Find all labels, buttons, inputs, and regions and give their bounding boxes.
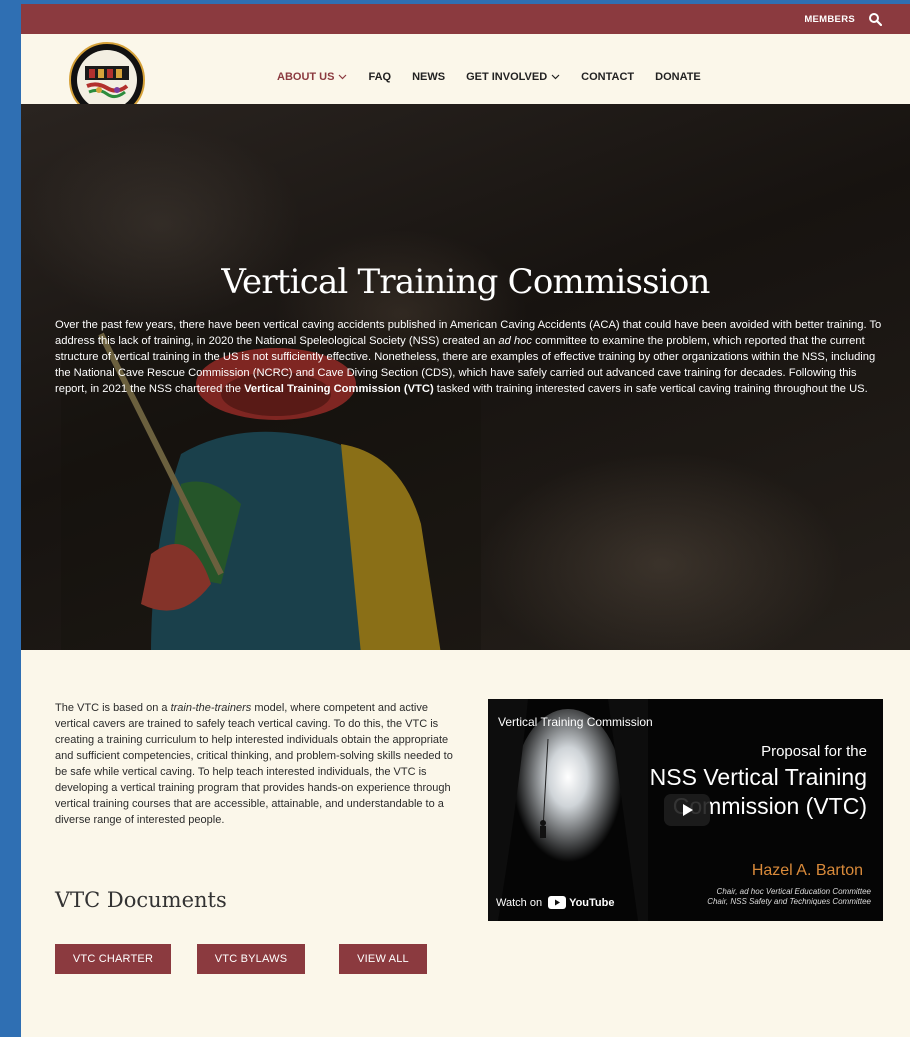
members-link[interactable]: MEMBERS <box>804 14 855 25</box>
nav-label: CONTACT <box>581 71 635 83</box>
video-channel-label: Vertical Training Commission <box>498 715 653 729</box>
chevron-down-icon <box>339 74 347 80</box>
youtube-icon <box>548 896 567 909</box>
hero-text-bold: Vertical Training Commission (VTC) <box>244 383 434 395</box>
intro-text-2: model, where competent and active vertic… <box>55 702 453 826</box>
vtc-charter-button[interactable]: VTC CHARTER <box>55 944 171 974</box>
search-icon[interactable] <box>868 12 882 26</box>
youtube-logo: YouTube <box>548 896 614 909</box>
chair-line-1: Chair, ad hoc Vertical Education Committ… <box>716 887 871 896</box>
intro-text-italic: train-the-trainers <box>170 702 252 714</box>
youtube-label: YouTube <box>569 896 615 909</box>
top-bar: MEMBERS <box>21 4 910 34</box>
play-button[interactable] <box>664 794 710 826</box>
nav-faq[interactable]: FAQ <box>368 71 391 83</box>
main-nav: ABOUT US FAQ NEWS GET INVOLVED CONTACT D… <box>277 71 722 83</box>
cave-image <box>488 699 648 921</box>
video-embed[interactable]: Vertical Training Commission Proposal fo… <box>488 699 883 921</box>
view-all-button[interactable]: VIEW ALL <box>339 944 427 974</box>
hero-title: Vertical Training Commission <box>221 262 710 302</box>
intro-text-1: The VTC is based on a <box>55 702 171 714</box>
nav-contact[interactable]: CONTACT <box>581 71 634 83</box>
play-icon <box>683 804 693 816</box>
nav-label: DONATE <box>655 71 701 83</box>
nav-label: GET INVOLVED <box>466 71 548 83</box>
chevron-down-icon <box>551 74 560 80</box>
watch-on-label: Watch on <box>496 896 543 909</box>
hero-paragraph: Over the past few years, there have been… <box>55 317 890 397</box>
nav-donate[interactable]: DONATE <box>655 71 701 83</box>
page: MEMBERS ABOUT US FAQ NEWS GET INVOLVED C… <box>21 0 910 1037</box>
nav-get-involved[interactable]: GET INVOLVED <box>466 71 560 83</box>
nav-label: NEWS <box>412 71 446 83</box>
intro-paragraph: The VTC is based on a train-the-trainers… <box>55 700 455 828</box>
hero-text-italic: ad hoc <box>498 335 532 347</box>
video-title: NSS Vertical Training Commission (VTC) <box>649 764 867 819</box>
nav-about-us[interactable]: ABOUT US <box>277 71 347 83</box>
site-header: ABOUT US FAQ NEWS GET INVOLVED CONTACT D… <box>21 34 910 118</box>
documents-heading: VTC Documents <box>55 888 227 912</box>
video-chair-lines: Chair, ad hoc Vertical Education Committ… <box>707 887 871 907</box>
watch-on-youtube[interactable]: Watch on YouTube <box>496 896 614 909</box>
hero-section: Vertical Training Commission Over the pa… <box>21 104 910 650</box>
nav-news[interactable]: NEWS <box>412 71 445 83</box>
hero-text-3: tasked with training interested cavers i… <box>433 383 868 395</box>
nav-label: FAQ <box>368 71 392 83</box>
nav-label: ABOUT US <box>277 71 335 83</box>
vtc-bylaws-button[interactable]: VTC BYLAWS <box>197 944 305 974</box>
chair-line-2: Chair, NSS Safety and Techniques Committ… <box>707 897 871 906</box>
video-proposal-text: Proposal for the <box>761 743 867 760</box>
video-author: Hazel A. Barton <box>751 862 863 879</box>
